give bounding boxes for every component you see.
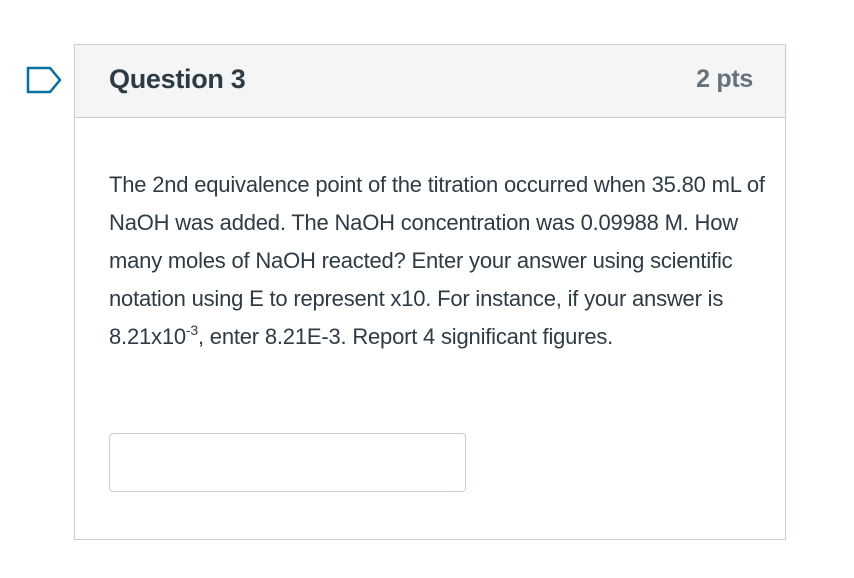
question-title: Question 3 <box>109 64 246 94</box>
question-text: The 2nd equivalence point of the titrati… <box>109 166 769 356</box>
answer-input[interactable] <box>109 433 466 492</box>
question-exponent: -3 <box>185 322 198 338</box>
question-text-part2: , enter 8.21E-3. Report 4 significant fi… <box>197 324 614 349</box>
question-text-part1: The 2nd equivalence point of the titrati… <box>109 172 765 349</box>
flag-question-icon[interactable] <box>26 66 64 94</box>
question-header: Question 3 2 pts <box>75 45 785 118</box>
question-card: Question 3 2 pts The 2nd equivalence poi… <box>74 44 786 540</box>
flag-shape <box>26 66 62 94</box>
question-points: 2 pts <box>696 65 753 93</box>
